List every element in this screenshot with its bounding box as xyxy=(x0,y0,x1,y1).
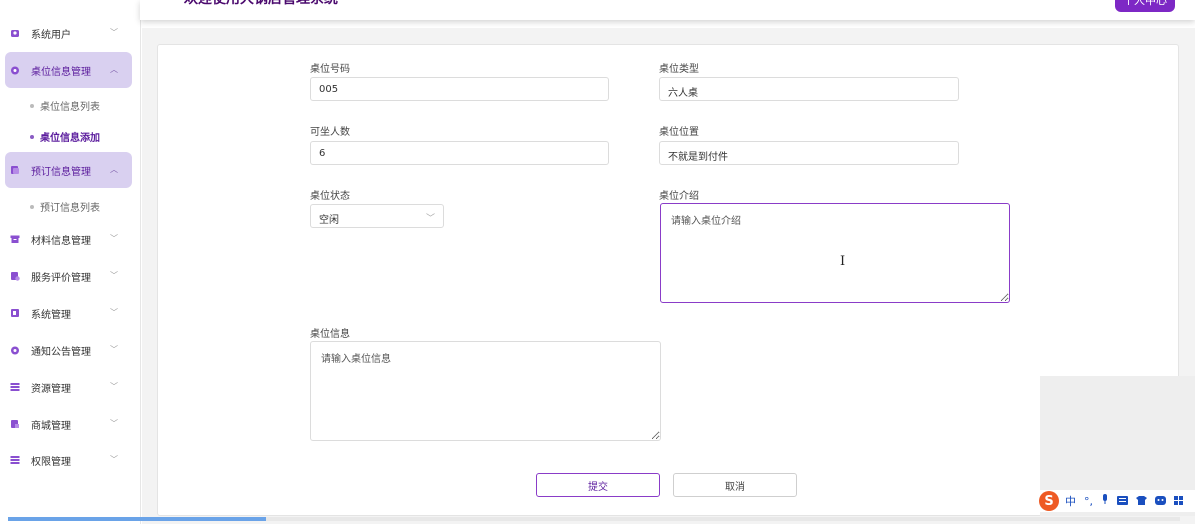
sidebar-item-label: 预订信息管理 xyxy=(31,166,91,178)
table-number-input[interactable]: 005 xyxy=(310,77,609,101)
material-icon xyxy=(10,234,20,244)
sidebar-item-label: 商城管理 xyxy=(31,420,71,432)
chevron-up-icon: ︿ xyxy=(110,165,118,174)
text-cursor-icon: I xyxy=(840,254,846,269)
table-icon xyxy=(10,65,20,75)
bullet-dot xyxy=(30,103,34,108)
info-textarea[interactable] xyxy=(310,341,661,441)
sidebar-item-label: 系统管理 xyxy=(31,309,71,321)
skin-icon[interactable] xyxy=(1136,495,1147,508)
sidebar-item-label: 权限管理 xyxy=(31,456,71,468)
chevron-down-icon: ﹀ xyxy=(110,234,118,243)
app-title: 欢迎使用大钢店管理系统 xyxy=(184,0,338,8)
notice-icon xyxy=(10,345,20,355)
sidebar-item-label: 资源管理 xyxy=(31,383,71,395)
chevron-down-icon: ﹀ xyxy=(110,345,118,354)
chevron-down-icon: ﹀ xyxy=(425,214,435,224)
user-icon xyxy=(10,28,20,38)
keyboard-icon[interactable] xyxy=(1117,495,1128,508)
sidebar-item-booking-management[interactable]: 预订信息管理 ︿ xyxy=(5,152,132,188)
main-content: 桌位号码 005 桌位类型 六人桌 可坐人数 6 桌位位置 不就是到付件 桌位状… xyxy=(142,28,1195,524)
intro-label: 桌位介绍 xyxy=(659,191,699,202)
ime-mode-toggle[interactable]: 中 xyxy=(1065,493,1076,509)
table-type-label: 桌位类型 xyxy=(659,64,699,75)
status-label: 桌位状态 xyxy=(310,191,350,202)
sidebar-item-notice-management[interactable]: 通知公告管理 ﹀ xyxy=(5,332,132,368)
sidebar-subitem-table-add[interactable]: 桌位信息添加 xyxy=(30,129,100,144)
user-center-button[interactable]: 个人中心 xyxy=(1115,0,1175,12)
info-label: 桌位信息 xyxy=(310,329,350,340)
location-label: 桌位位置 xyxy=(659,127,699,138)
booking-icon xyxy=(10,165,20,175)
sidebar-subitem-label: 桌位信息列表 xyxy=(40,102,100,113)
sidebar-item-label: 桌位信息管理 xyxy=(31,66,91,78)
chevron-down-icon: ﹀ xyxy=(110,308,118,317)
chevron-down-icon: ﹀ xyxy=(110,382,118,391)
scrollbar-thumb[interactable] xyxy=(8,517,266,521)
seats-input[interactable]: 6 xyxy=(310,141,609,165)
sidebar-item-resource-management[interactable]: 资源管理 ﹀ xyxy=(5,369,132,405)
table-number-label: 桌位号码 xyxy=(310,64,350,75)
permission-icon xyxy=(10,455,20,465)
table-type-input[interactable]: 六人桌 xyxy=(659,77,959,101)
microphone-icon[interactable] xyxy=(1101,494,1109,508)
ime-punct-toggle[interactable]: °, xyxy=(1084,495,1093,508)
seats-label: 可坐人数 xyxy=(310,127,350,138)
chevron-down-icon: ﹀ xyxy=(110,271,118,280)
bullet-dot xyxy=(30,204,34,209)
top-header: 欢迎使用大钢店管理系统 个人中心 xyxy=(140,0,1195,20)
chevron-down-icon: ﹀ xyxy=(110,28,118,37)
sidebar-subitem-label: 桌位信息添加 xyxy=(40,133,100,144)
location-input[interactable]: 不就是到付件 xyxy=(659,141,959,165)
sidebar-item-permission-management[interactable]: 权限管理 ﹀ xyxy=(5,442,132,478)
chevron-up-icon: ︿ xyxy=(110,65,118,74)
status-select[interactable]: 空闲 ﹀ xyxy=(310,204,444,228)
intro-textarea[interactable] xyxy=(660,203,1010,303)
horizontal-scrollbar[interactable] xyxy=(8,517,1180,521)
chevron-down-icon: ﹀ xyxy=(110,455,118,464)
sidebar-subitem-table-list[interactable]: 桌位信息列表 xyxy=(30,98,100,113)
shop-icon xyxy=(10,419,20,429)
sidebar-item-label: 系统用户 xyxy=(31,29,71,41)
review-icon xyxy=(10,271,20,281)
sidebar: 系统用户 ﹀ 桌位信息管理 ︿ 桌位信息列表 桌位信息添加 预订信息管理 ︿ 预… xyxy=(0,0,141,524)
sidebar-item-label: 材料信息管理 xyxy=(31,235,91,247)
system-icon xyxy=(10,308,20,318)
sidebar-item-label: 通知公告管理 xyxy=(31,346,91,358)
sidebar-subitem-booking-list[interactable]: 预订信息列表 xyxy=(30,199,100,214)
form-card: 桌位号码 005 桌位类型 六人桌 可坐人数 6 桌位位置 不就是到付件 桌位状… xyxy=(157,44,1179,516)
resource-icon xyxy=(10,382,20,392)
status-select-value: 空闲 xyxy=(319,215,339,226)
sidebar-item-system-management[interactable]: 系统管理 ﹀ xyxy=(5,295,132,331)
grid-menu-icon[interactable] xyxy=(1174,495,1183,508)
sidebar-subitem-label: 预订信息列表 xyxy=(40,203,100,214)
sidebar-item-material-management[interactable]: 材料信息管理 ﹀ xyxy=(5,221,132,257)
sidebar-item-shop-management[interactable]: 商城管理 ﹀ xyxy=(5,406,132,442)
chevron-down-icon: ﹀ xyxy=(110,419,118,428)
sogou-logo-icon[interactable]: S xyxy=(1039,491,1059,511)
ime-toolbar: S 中 °, xyxy=(1037,490,1195,512)
emoji-icon[interactable] xyxy=(1155,495,1166,508)
sidebar-item-review-management[interactable]: 服务评价管理 ﹀ xyxy=(5,258,132,294)
submit-button[interactable]: 提交 xyxy=(536,473,660,497)
cancel-button[interactable]: 取消 xyxy=(673,473,797,497)
sidebar-item-label: 服务评价管理 xyxy=(31,272,91,284)
sidebar-item-system-users[interactable]: 系统用户 ﹀ xyxy=(5,15,132,51)
sidebar-item-table-management[interactable]: 桌位信息管理 ︿ xyxy=(5,52,132,88)
bullet-dot xyxy=(30,134,34,139)
